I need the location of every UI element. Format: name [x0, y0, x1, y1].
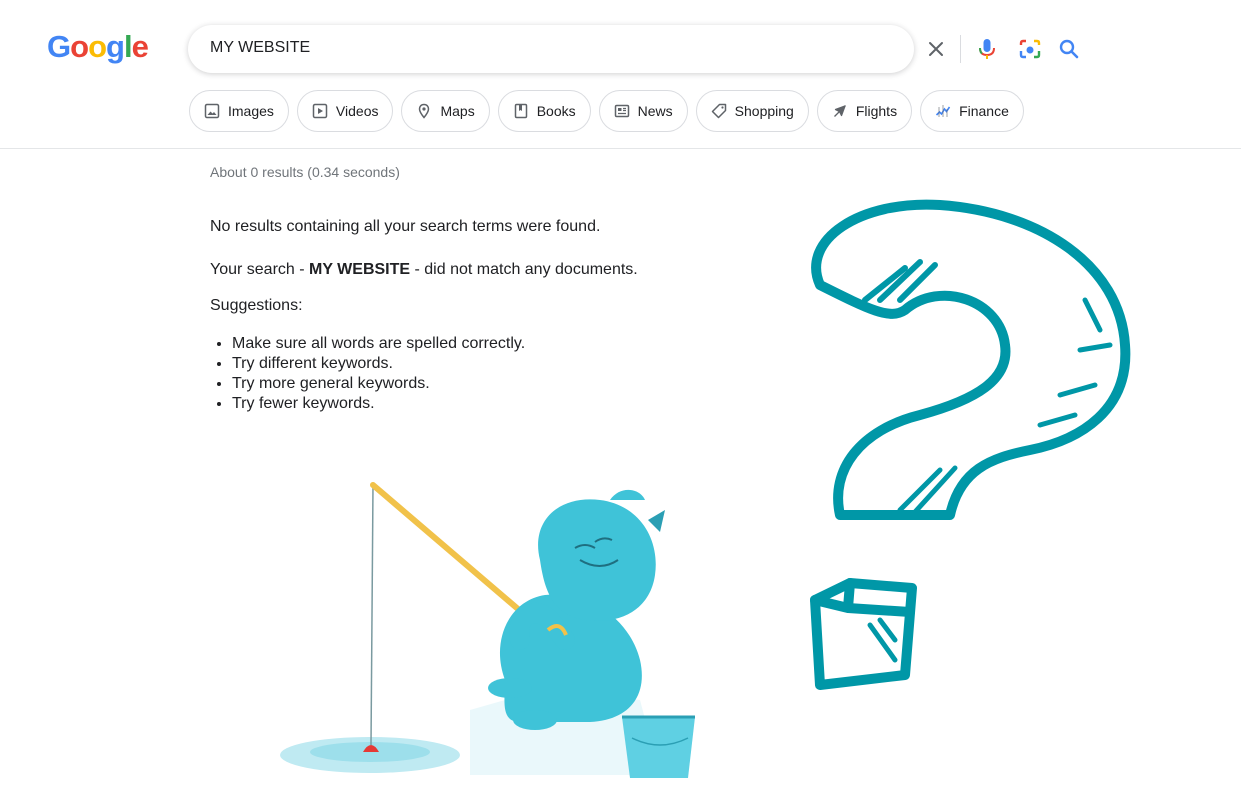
search-tabs: Images Videos Maps Books News Shopping F… [189, 90, 1024, 132]
result-stats: About 0 results (0.34 seconds) [210, 164, 400, 180]
suggestion-item: Try fewer keywords. [232, 394, 525, 414]
tab-label: Flights [855, 103, 898, 119]
camera-lens-icon[interactable] [1018, 37, 1042, 61]
search-separator [960, 35, 961, 63]
tab-label: News [637, 103, 673, 119]
tab-finance[interactable]: Finance [920, 90, 1024, 132]
did-not-match-message: Your search - MY WEBSITE - did not match… [210, 261, 638, 279]
tab-images[interactable]: Images [189, 90, 289, 132]
suggestion-item: Try different keywords. [232, 354, 525, 374]
google-logo[interactable]: Google [47, 29, 149, 65]
tab-videos[interactable]: Videos [296, 90, 394, 132]
suggestions-list: Make sure all words are spelled correctl… [232, 334, 525, 414]
tab-news[interactable]: News [598, 90, 688, 132]
map-pin-icon [419, 103, 430, 119]
tab-label: Images [228, 103, 274, 119]
tab-label: Maps [440, 103, 475, 119]
play-icon [312, 103, 328, 119]
plane-icon [833, 105, 846, 117]
tab-label: Shopping [734, 103, 794, 119]
finance-icon [935, 105, 951, 117]
no-results-message: No results containing all your search te… [210, 218, 601, 235]
tab-label: Videos [335, 103, 379, 119]
tab-maps[interactable]: Maps [401, 90, 490, 132]
suggestion-item: Try more general keywords. [232, 374, 525, 394]
did-not-match-query: MY WEBSITE [309, 261, 411, 278]
question-mark-illustration [810, 199, 1131, 690]
tab-flights[interactable]: Flights [816, 90, 913, 132]
tag-icon [711, 103, 726, 119]
search-icon[interactable] [1057, 37, 1081, 61]
microphone-icon[interactable] [975, 37, 999, 61]
tab-shopping[interactable]: Shopping [695, 90, 809, 132]
book-icon [514, 103, 527, 119]
tab-label: Finance [959, 103, 1009, 119]
news-icon [614, 104, 629, 118]
did-not-match-prefix: Your search - [210, 261, 310, 278]
search-box[interactable]: MY WEBSITE [188, 25, 1079, 73]
tab-label: Books [536, 103, 576, 119]
suggestions-title: Suggestions: [210, 297, 303, 314]
clear-icon[interactable] [924, 37, 948, 61]
header-divider [0, 148, 1241, 149]
search-input[interactable]: MY WEBSITE [210, 39, 310, 57]
suggestion-item: Make sure all words are spelled correctl… [232, 334, 525, 354]
did-not-match-suffix: - did not match any documents. [410, 261, 638, 278]
fishing-yeti-illustration [280, 482, 695, 778]
image-icon [204, 103, 220, 119]
tab-books[interactable]: Books [497, 90, 591, 132]
